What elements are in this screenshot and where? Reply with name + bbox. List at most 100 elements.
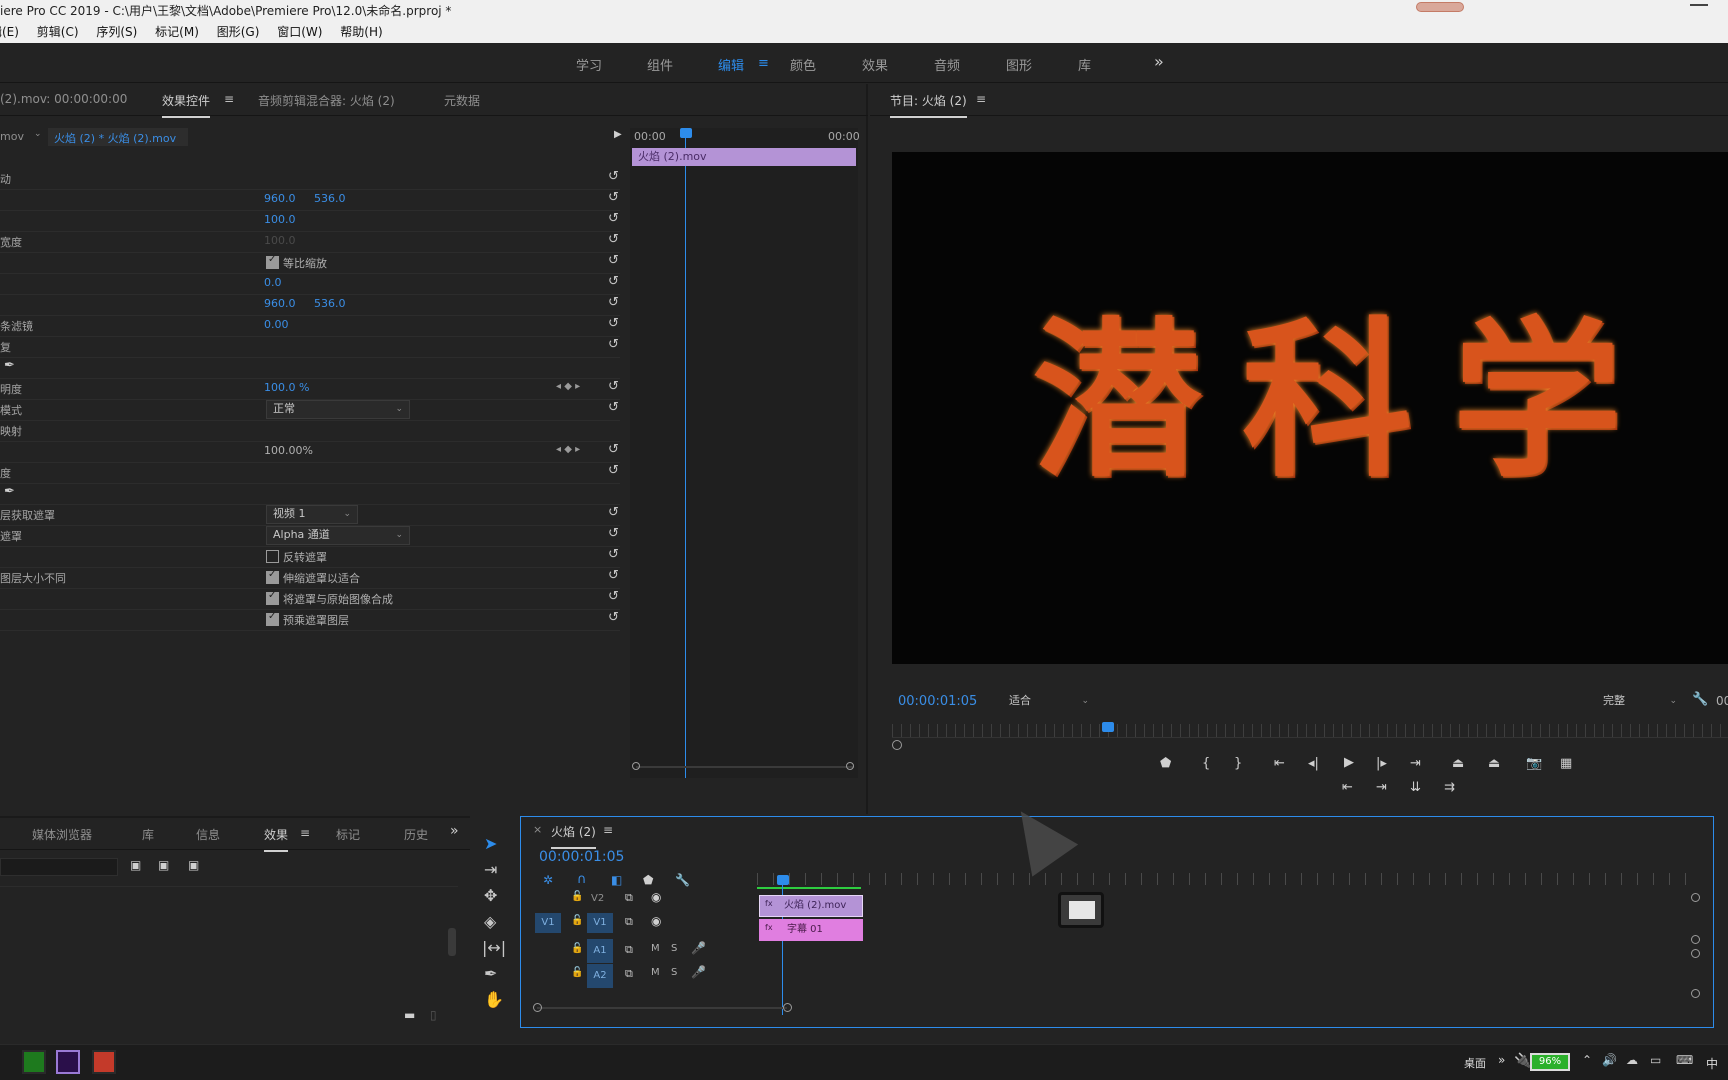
reset-icon[interactable]: ↺ <box>608 610 619 625</box>
extract-icon[interactable]: ⏏ <box>1488 756 1500 771</box>
reset-icon[interactable]: ↺ <box>608 295 619 310</box>
tab-history[interactable]: 历史 <box>404 826 428 843</box>
menu-marker[interactable]: 标记(M) <box>155 22 199 42</box>
track-name-v2[interactable]: V2 <box>591 893 604 904</box>
property-checkbox[interactable] <box>266 590 279 605</box>
ec-scrollbar[interactable] <box>636 766 854 768</box>
hand-tool-icon[interactable]: ✋ <box>484 990 504 1009</box>
program-monitor-title[interactable]: 节目: 火焰 (2) <box>890 92 967 118</box>
ec-clip-bar[interactable]: 火焰 (2).mov <box>632 148 856 166</box>
tab-libraries[interactable]: 库 <box>142 826 154 843</box>
timeline-settings-icon[interactable]: 🔧 <box>675 873 690 887</box>
go-to-in-icon[interactable]: ⇤ <box>1274 756 1285 771</box>
menu-window[interactable]: 窗口(W) <box>277 22 322 42</box>
property-value-2[interactable]: 536.0 <box>314 297 346 310</box>
mark-in-icon[interactable]: { <box>1202 756 1210 771</box>
battery-indicator[interactable]: 96% <box>1530 1053 1570 1071</box>
window-control[interactable] <box>1416 2 1464 12</box>
property-value[interactable]: 100.0 <box>264 234 296 247</box>
sync-lock-icon[interactable]: ⧉ <box>625 915 633 929</box>
premiere-app-icon[interactable] <box>56 1050 80 1074</box>
razor-tool-icon[interactable]: ◈ <box>484 912 496 931</box>
microphone-icon[interactable]: 🎤 <box>691 941 706 955</box>
lock-icon[interactable]: 🔓 <box>571 967 583 978</box>
workspace-more-icon[interactable]: » <box>1154 52 1164 71</box>
property-value-2[interactable]: 536.0 <box>314 192 346 205</box>
tab-effects[interactable]: 效果 <box>264 826 289 852</box>
sync-lock-icon[interactable]: ⧉ <box>625 943 633 957</box>
timeline-scroll-end[interactable] <box>783 1003 792 1012</box>
reset-icon[interactable]: ↺ <box>608 169 619 184</box>
insert-icon[interactable]: ⇊ <box>1410 780 1421 795</box>
step-forward-icon[interactable]: |▸ <box>1376 756 1387 771</box>
reset-icon[interactable]: ↺ <box>608 232 619 247</box>
property-value[interactable]: 100.0 % <box>264 381 309 394</box>
property-checkbox[interactable] <box>266 550 279 563</box>
reset-icon[interactable]: ↺ <box>608 316 619 331</box>
timeline-ruler[interactable] <box>757 873 1701 885</box>
track-name-a1[interactable]: A1 <box>587 939 613 963</box>
workspace-menu-icon[interactable]: ≡ <box>758 56 769 71</box>
ec-scroll-start-handle[interactable] <box>632 762 640 770</box>
keyframe-nav-icon[interactable]: ◂ ◆ ▸ <box>556 381 580 392</box>
workspace-libraries[interactable]: 库 <box>1078 55 1091 74</box>
lock-icon[interactable]: 🔓 <box>571 915 583 926</box>
property-value[interactable]: 960.0 <box>264 297 296 310</box>
button-editor-icon[interactable]: ▦ <box>1560 756 1572 771</box>
32bit-effects-icon[interactable]: ▣ <box>158 858 169 872</box>
chevron-down-icon[interactable]: ⌄ <box>34 129 42 139</box>
accelerated-effects-icon[interactable]: ▣ <box>130 858 141 872</box>
reset-icon[interactable]: ↺ <box>608 379 619 394</box>
lock-icon[interactable]: 🔓 <box>571 891 583 902</box>
keyboard-icon[interactable]: ⌨ <box>1676 1053 1693 1067</box>
workspace-learn[interactable]: 学习 <box>576 55 602 74</box>
menu-help[interactable]: 帮助(H) <box>340 22 382 42</box>
menu-clip[interactable]: 剪辑(C) <box>37 22 79 42</box>
reset-icon[interactable]: ↺ <box>608 505 619 520</box>
menu-edit[interactable]: 编辑(E) <box>0 22 19 42</box>
go-to-out-icon-2[interactable]: ⇥ <box>1376 780 1387 795</box>
ripple-edit-tool-icon[interactable]: ✥ <box>484 886 497 905</box>
tab-menu-icon[interactable]: ≡ <box>224 92 234 106</box>
eye-icon[interactable]: ◉ <box>651 890 661 904</box>
mark-out-icon[interactable]: } <box>1234 756 1242 771</box>
solo-button[interactable]: S <box>671 943 677 954</box>
solo-button[interactable]: S <box>671 967 677 978</box>
property-dropdown[interactable]: 视频 1 ⌄ <box>266 505 358 524</box>
property-value[interactable]: 0.00 <box>264 318 289 331</box>
tab-markers[interactable]: 标记 <box>336 826 360 843</box>
timeline-close-icon[interactable]: × <box>533 823 542 836</box>
delete-icon[interactable]: ▯ <box>430 1008 437 1022</box>
fit-dropdown[interactable]: 适合 ⌄ <box>1002 692 1096 711</box>
program-menu-icon[interactable]: ≡ <box>976 92 986 106</box>
program-timecode[interactable]: 00:00:01:05 <box>898 694 977 709</box>
lock-icon[interactable]: 🔓 <box>571 943 583 954</box>
clip-title[interactable]: 字幕 01 <box>759 919 863 941</box>
pen-tool-icon[interactable]: ✒ <box>484 964 497 983</box>
property-checkbox[interactable] <box>266 569 279 584</box>
yuv-effects-icon[interactable]: ▣ <box>188 858 199 872</box>
effects-list[interactable] <box>0 886 458 1014</box>
menu-sequence[interactable]: 序列(S) <box>96 22 137 42</box>
export-frame-icon[interactable]: 📷 <box>1526 756 1542 771</box>
tab-metadata[interactable]: 元数据 <box>444 92 480 109</box>
tab-source[interactable]: (2).mov: 00:00:00:00 <box>0 92 127 106</box>
lift-icon[interactable]: ⏏ <box>1452 756 1464 771</box>
ec-scroll-end-handle[interactable] <box>846 762 854 770</box>
timeline-menu-icon[interactable]: ≡ <box>603 823 613 837</box>
nest-icon[interactable]: ✲ <box>543 873 553 887</box>
menu-graphics[interactable]: 图形(G) <box>217 22 260 42</box>
reset-icon[interactable]: ↺ <box>608 463 619 478</box>
sync-lock-icon[interactable]: ⧉ <box>625 967 633 981</box>
effects-search-input[interactable] <box>0 858 118 876</box>
wrench-icon[interactable]: 🔧 <box>1692 692 1708 707</box>
workspace-effects[interactable]: 效果 <box>862 55 888 74</box>
track-scroll-handle[interactable] <box>1691 935 1700 944</box>
reset-icon[interactable]: ↺ <box>608 526 619 541</box>
workspace-graphics[interactable]: 图形 <box>1006 55 1032 74</box>
slip-tool-icon[interactable]: |↔| <box>482 938 506 957</box>
track-scroll-handle[interactable] <box>1691 893 1700 902</box>
panel-more-icon[interactable]: » <box>450 823 459 839</box>
reset-icon[interactable]: ↺ <box>608 547 619 562</box>
program-time-ruler[interactable] <box>892 724 1728 738</box>
